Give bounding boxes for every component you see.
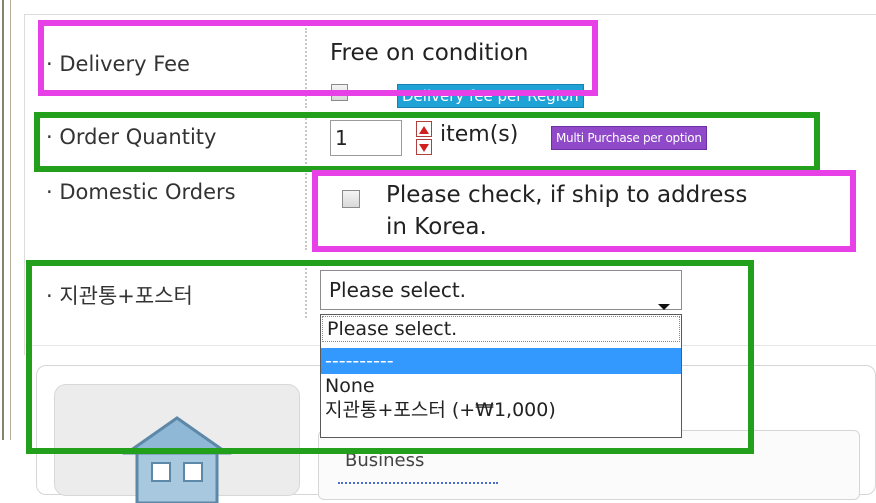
domestic-orders-label: · Domestic Orders (46, 180, 236, 204)
column-separator (305, 170, 307, 250)
highlight-delivery-fee (38, 20, 598, 96)
highlight-option-select (26, 260, 754, 454)
shop-link[interactable] (338, 482, 498, 492)
highlight-domestic-check (312, 170, 856, 252)
highlight-order-quantity (34, 112, 820, 172)
page-edge-line (2, 0, 4, 440)
page-edge-line-inner (10, 0, 11, 440)
